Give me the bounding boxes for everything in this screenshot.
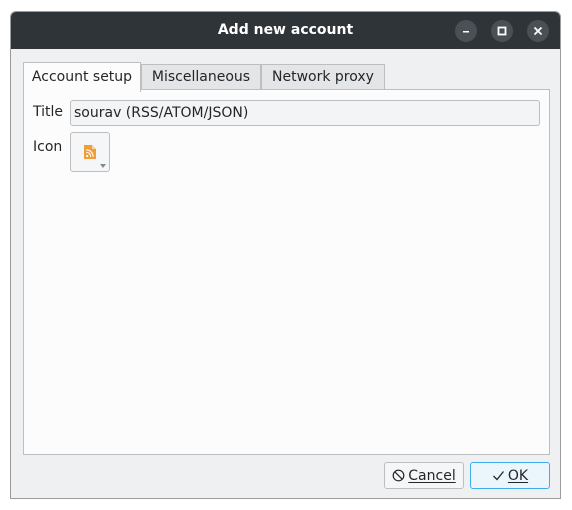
ok-label: OK xyxy=(507,467,529,484)
icon-picker-button[interactable] xyxy=(70,132,110,172)
cancel-button[interactable]: Cancel xyxy=(384,462,464,489)
maximize-button[interactable] xyxy=(491,20,513,42)
tab-account-setup[interactable]: Account setup xyxy=(23,62,141,92)
close-button[interactable] xyxy=(527,20,549,42)
tab-network-proxy[interactable]: Network proxy xyxy=(261,64,385,90)
rss-feed-icon xyxy=(84,145,96,159)
cancel-label: Cancel xyxy=(408,467,456,484)
title-field[interactable]: sourav (RSS/ATOM/JSON) xyxy=(70,100,540,126)
add-account-dialog: Add new account Account setup Miscellane… xyxy=(10,11,561,499)
title-label: Title xyxy=(33,104,64,120)
window-title: Add new account xyxy=(217,22,354,38)
tab-miscellaneous[interactable]: Miscellaneous xyxy=(141,64,261,90)
ok-button[interactable]: OK xyxy=(470,462,550,489)
minimize-icon xyxy=(463,31,469,33)
icon-label: Icon xyxy=(33,139,63,155)
dropdown-arrow-icon xyxy=(100,164,106,168)
close-icon xyxy=(533,26,543,36)
minimize-button[interactable] xyxy=(455,20,477,42)
checkmark-icon xyxy=(492,471,504,481)
maximize-icon xyxy=(497,26,507,36)
account-setup-panel: Title sourav (RSS/ATOM/JSON) Icon xyxy=(23,89,550,455)
cancel-icon xyxy=(392,469,405,482)
title-bar[interactable]: Add new account xyxy=(11,12,560,49)
